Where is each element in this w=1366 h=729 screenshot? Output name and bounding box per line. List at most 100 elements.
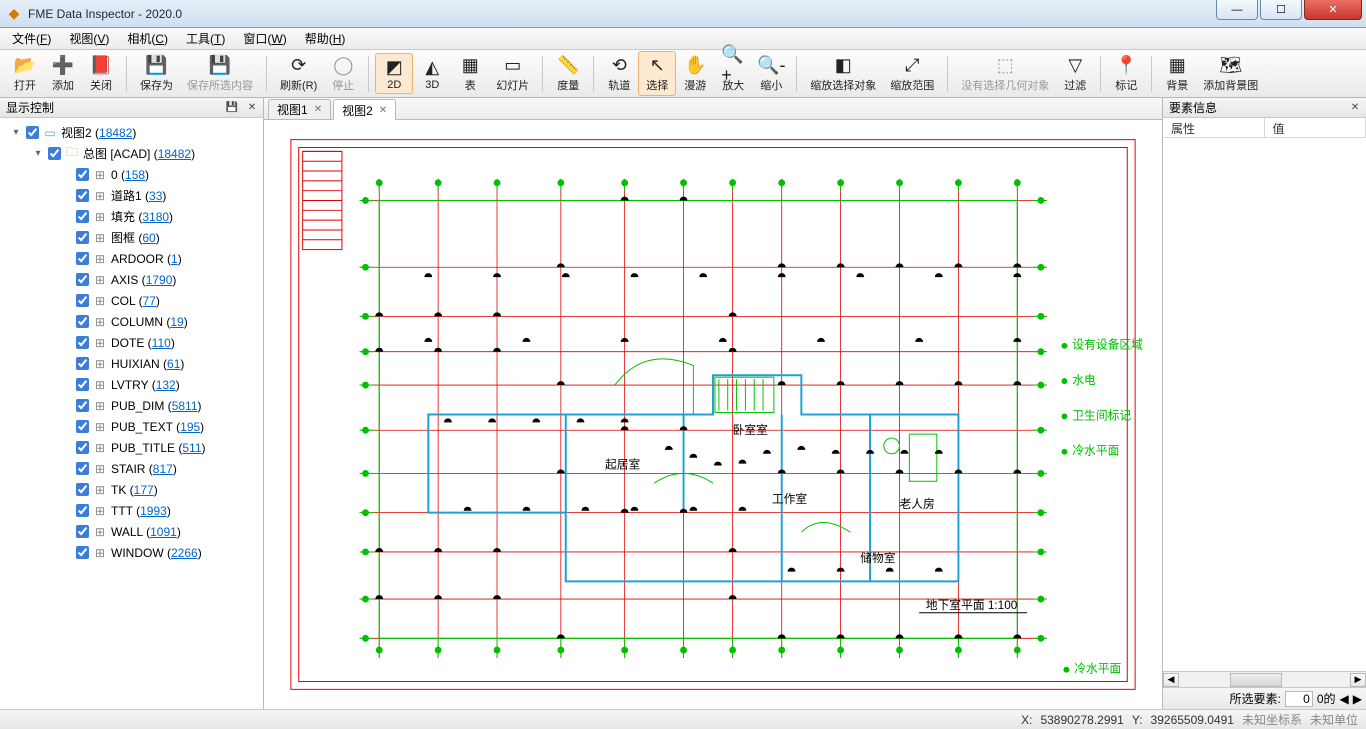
tree-layer-17[interactable]: ⊞WALL ( 1091 ) xyxy=(2,521,261,542)
zoomout-button[interactable]: 🔍-缩小 xyxy=(752,51,790,96)
selection-count-input[interactable] xyxy=(1285,691,1313,707)
layer-checkbox[interactable] xyxy=(76,399,89,412)
layer-count[interactable]: 511 xyxy=(182,441,201,455)
layer-count[interactable]: 110 xyxy=(152,336,171,350)
layer-checkbox[interactable] xyxy=(76,210,89,223)
add-button[interactable]: ➕添加 xyxy=(44,51,82,96)
layer-checkbox[interactable] xyxy=(76,546,89,559)
layer-count[interactable]: 5811 xyxy=(172,399,198,413)
scroll-track[interactable] xyxy=(1179,673,1350,687)
panel-save-icon[interactable]: 💾 xyxy=(223,99,241,115)
2d-button[interactable]: ◩2D xyxy=(375,53,413,94)
tree-layer-6[interactable]: ⊞COL ( 77 ) xyxy=(2,290,261,311)
layer-checkbox[interactable] xyxy=(76,483,89,496)
filter-button[interactable]: ▽过滤 xyxy=(1056,51,1094,96)
refresh-button[interactable]: ⟳刷新(R) xyxy=(273,51,324,96)
scroll-thumb[interactable] xyxy=(1230,673,1281,687)
layer-count[interactable]: 132 xyxy=(156,378,176,392)
add-background-button[interactable]: 🗺添加背景图 xyxy=(1196,51,1265,96)
tree-layer-11[interactable]: ⊞PUB_DIM ( 5811 ) xyxy=(2,395,261,416)
close-button[interactable]: 📕关闭 xyxy=(82,51,120,96)
zoom-selected-button[interactable]: ◧缩放选择对象 xyxy=(803,51,883,96)
zoomin-button[interactable]: 🔍+放大 xyxy=(714,51,752,96)
menu-c[interactable]: 相机(C) xyxy=(119,28,176,49)
layer-count[interactable]: 158 xyxy=(125,168,145,182)
tree-layer-8[interactable]: ⊞DOTE ( 110 ) xyxy=(2,332,261,353)
mark-button[interactable]: 📍标记 xyxy=(1107,51,1145,96)
layer-count[interactable]: 18482 xyxy=(158,147,191,161)
3d-button[interactable]: ◭3D xyxy=(413,53,451,94)
menu-v[interactable]: 视图(V) xyxy=(61,28,117,49)
layer-checkbox[interactable] xyxy=(76,441,89,454)
layer-tree[interactable]: ▾▭视图2 ( 18482 )▾🗀总图 [ACAD] ( 18482 )⊞0 (… xyxy=(0,118,263,709)
scroll-left-icon[interactable]: ◀ xyxy=(1163,673,1179,687)
layer-count[interactable]: 177 xyxy=(134,483,154,497)
menu-f[interactable]: 文件(F) xyxy=(4,28,59,49)
layer-checkbox[interactable] xyxy=(76,462,89,475)
tree-layer-12[interactable]: ⊞PUB_TEXT ( 195 ) xyxy=(2,416,261,437)
twisty-icon[interactable]: ▾ xyxy=(10,127,22,138)
layer-checkbox[interactable] xyxy=(76,252,89,265)
tree-layer-14[interactable]: ⊞STAIR ( 817 ) xyxy=(2,458,261,479)
saveas-button[interactable]: 💾保存为 xyxy=(133,51,180,96)
tree-layer-0[interactable]: ⊞0 ( 158 ) xyxy=(2,164,261,185)
maximize-button[interactable]: ☐ xyxy=(1260,0,1302,20)
tree-layer-10[interactable]: ⊞LVTRY ( 132 ) xyxy=(2,374,261,395)
orbit-button[interactable]: ⟲轨道 xyxy=(600,51,638,96)
tree-layer-7[interactable]: ⊞COLUMN ( 19 ) xyxy=(2,311,261,332)
tree-root-view[interactable]: ▾▭视图2 ( 18482 ) xyxy=(2,122,261,143)
tree-layer-5[interactable]: ⊞AXIS ( 1790 ) xyxy=(2,269,261,290)
layer-count[interactable]: 3180 xyxy=(142,210,169,224)
layer-checkbox[interactable] xyxy=(76,357,89,370)
tree-layer-15[interactable]: ⊞TK ( 177 ) xyxy=(2,479,261,500)
layer-checkbox[interactable] xyxy=(48,147,61,160)
tree-layer-9[interactable]: ⊞HUIXIAN ( 61 ) xyxy=(2,353,261,374)
tree-layer-18[interactable]: ⊞WINDOW ( 2266 ) xyxy=(2,542,261,563)
layer-checkbox[interactable] xyxy=(76,378,89,391)
tree-dataset[interactable]: ▾🗀总图 [ACAD] ( 18482 ) xyxy=(2,143,261,164)
view-tab-0[interactable]: 视图1✕ xyxy=(268,99,331,119)
view-tab-1[interactable]: 视图2✕ xyxy=(333,99,396,120)
layer-checkbox[interactable] xyxy=(76,294,89,307)
panel-close-icon[interactable]: ✕ xyxy=(243,99,261,115)
menu-w[interactable]: 窗口(W) xyxy=(235,28,294,49)
layer-checkbox[interactable] xyxy=(76,273,89,286)
open-button[interactable]: 📂打开 xyxy=(6,51,44,96)
layer-count[interactable]: 19 xyxy=(170,315,183,329)
layer-count[interactable]: 60 xyxy=(142,231,155,245)
tree-layer-1[interactable]: ⊞道路1 ( 33 ) xyxy=(2,185,261,206)
menu-t[interactable]: 工具(T) xyxy=(178,28,233,49)
slideshow-button[interactable]: ▭幻灯片 xyxy=(489,51,536,96)
tree-layer-4[interactable]: ⊞ARDOOR ( 1 ) xyxy=(2,248,261,269)
window-close-button[interactable]: ✕ xyxy=(1304,0,1362,20)
layer-count[interactable]: 77 xyxy=(143,294,156,308)
layer-checkbox[interactable] xyxy=(76,168,89,181)
background-button[interactable]: ▦背景 xyxy=(1158,51,1196,96)
tab-close-icon[interactable]: ✕ xyxy=(379,105,387,116)
layer-checkbox[interactable] xyxy=(76,189,89,202)
tree-layer-16[interactable]: ⊞TTT ( 1993 ) xyxy=(2,500,261,521)
layer-count[interactable]: 817 xyxy=(153,462,173,476)
layer-checkbox[interactable] xyxy=(76,315,89,328)
layer-count[interactable]: 1091 xyxy=(150,525,177,539)
tree-layer-2[interactable]: ⊞填充 ( 3180 ) xyxy=(2,206,261,227)
tab-close-icon[interactable]: ✕ xyxy=(314,104,322,115)
layer-checkbox[interactable] xyxy=(76,504,89,517)
selection-next-icon[interactable]: ▶ xyxy=(1353,692,1362,706)
tree-layer-13[interactable]: ⊞PUB_TITLE ( 511 ) xyxy=(2,437,261,458)
layer-checkbox[interactable] xyxy=(76,336,89,349)
scroll-right-icon[interactable]: ▶ xyxy=(1350,673,1366,687)
layer-checkbox[interactable] xyxy=(26,126,39,139)
layer-count[interactable]: 195 xyxy=(180,420,200,434)
layer-count[interactable]: 33 xyxy=(149,189,162,203)
layer-count[interactable]: 1 xyxy=(171,252,178,266)
tree-layer-3[interactable]: ⊞图框 ( 60 ) xyxy=(2,227,261,248)
zoom-extents-button[interactable]: ⤢缩放范围 xyxy=(883,51,941,96)
feature-info-close-icon[interactable]: ✕ xyxy=(1346,99,1364,115)
minimize-button[interactable]: — xyxy=(1216,0,1258,20)
layer-checkbox[interactable] xyxy=(76,231,89,244)
drawing-canvas[interactable]: 起居室卧室室工作室老人房储物室地下室平面 1:100设有设备区域水电卫生间标记冷… xyxy=(264,120,1162,709)
twisty-icon[interactable]: ▾ xyxy=(32,148,44,159)
menu-h[interactable]: 帮助(H) xyxy=(297,28,354,49)
layer-checkbox[interactable] xyxy=(76,420,89,433)
